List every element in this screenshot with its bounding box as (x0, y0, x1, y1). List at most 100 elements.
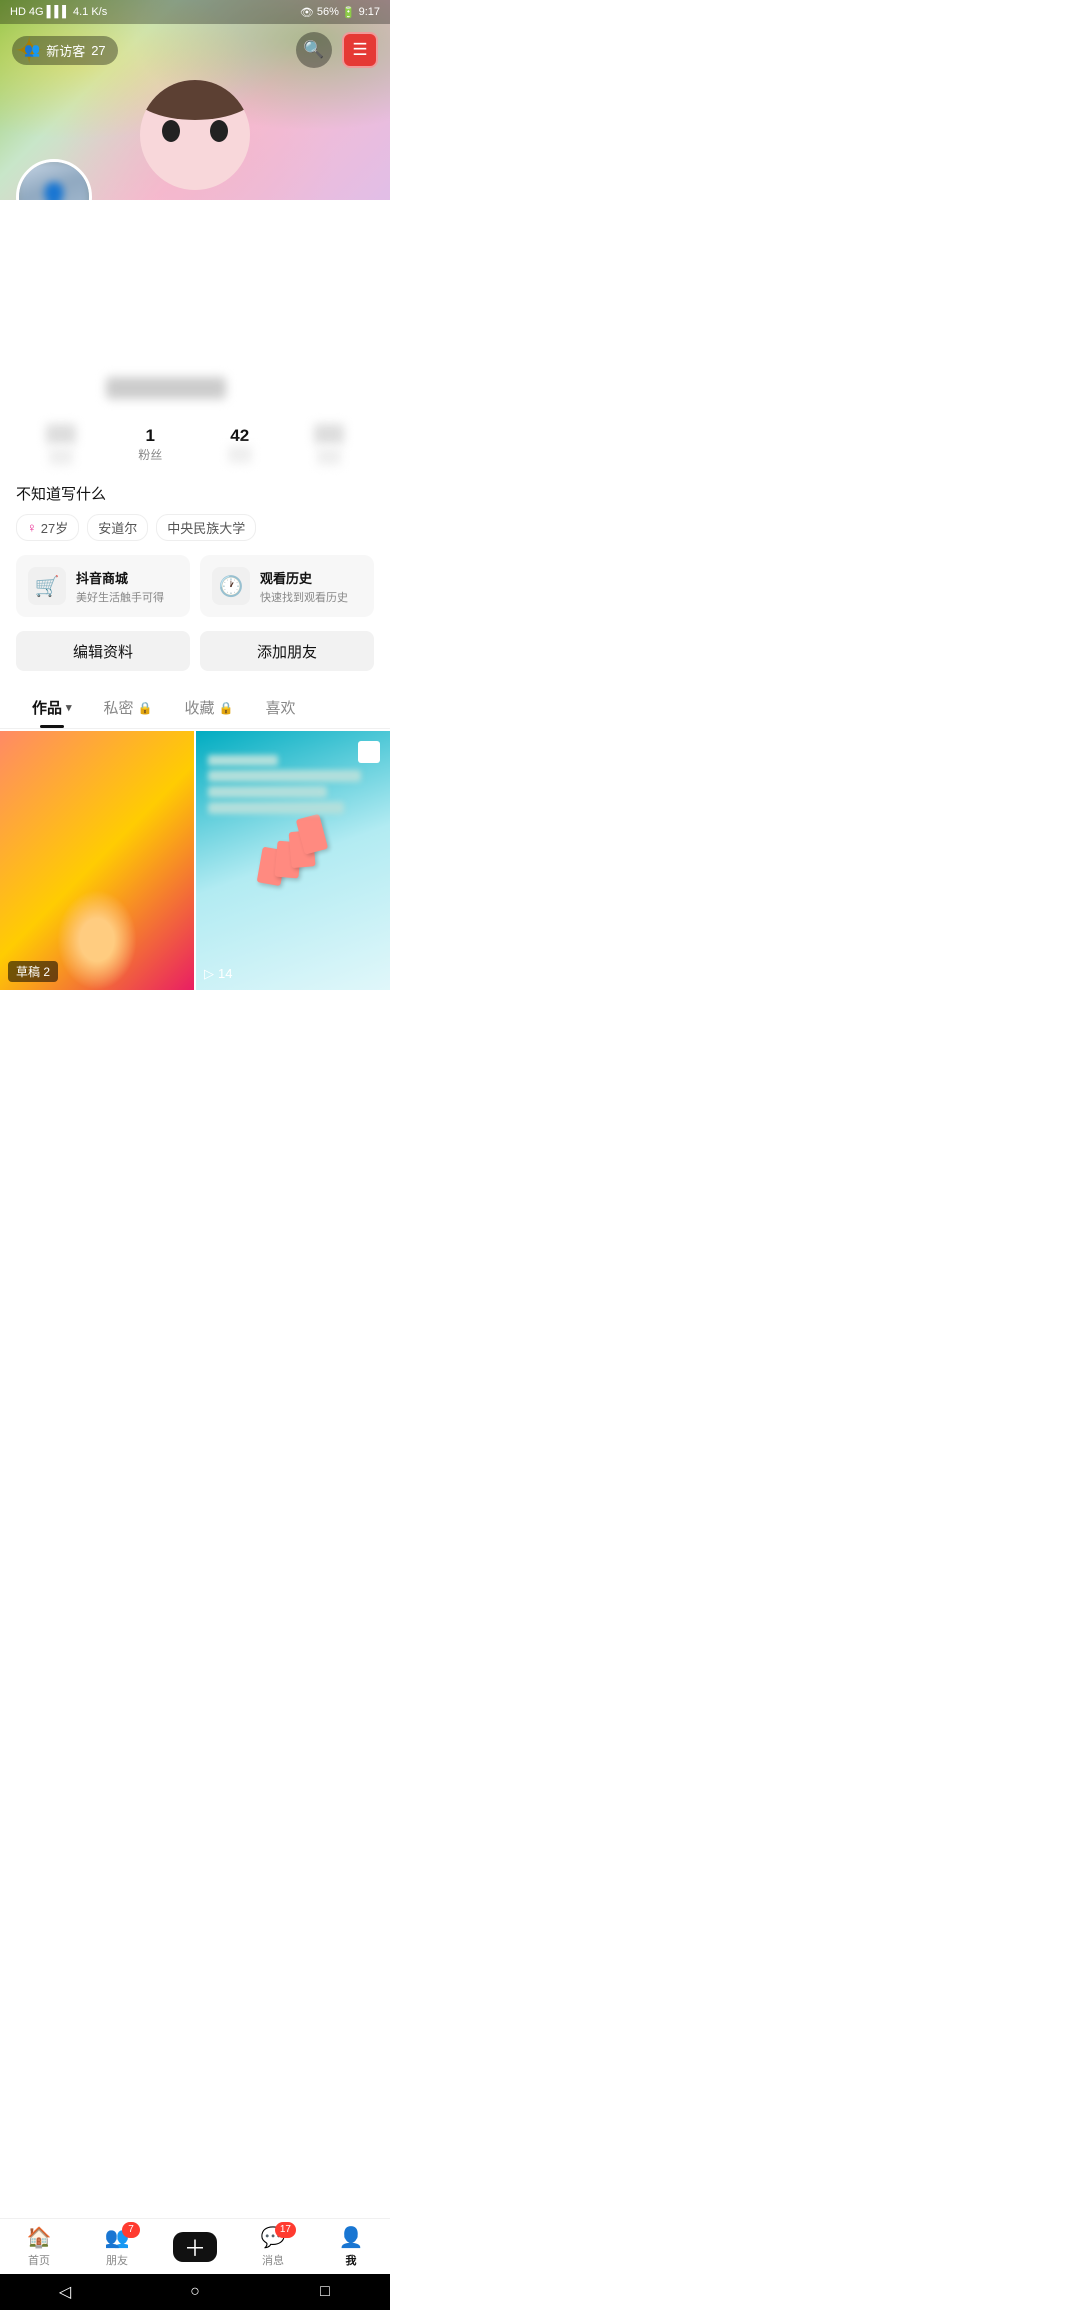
search-icon: 🔍 (303, 40, 324, 60)
service-history[interactable]: 🕐 观看历史 快速找到观看历史 (200, 555, 374, 617)
mall-info: 抖音商城 美好生活触手可得 (76, 568, 164, 605)
doll-face (140, 80, 250, 190)
nav-friends-label: 朋友 (106, 2252, 128, 2268)
status-network: 4G (29, 6, 44, 18)
stat-follow[interactable]: 0 关注 (16, 424, 106, 465)
me-icon: 👤 (339, 2225, 364, 2250)
nav-create[interactable]: ＋ (170, 2232, 220, 2262)
tag-location[interactable]: 安道尔 (87, 514, 148, 541)
search-button[interactable]: 🔍 (296, 32, 332, 68)
history-icon: 🕐 (212, 567, 250, 605)
back-button[interactable]: ◁ (51, 2278, 79, 2306)
plus-icon: ＋ (184, 2231, 206, 2263)
mall-sub: 美好生活触手可得 (76, 589, 164, 605)
thumb2-overlay (208, 755, 378, 818)
fav-count: 4 (314, 424, 344, 444)
tab-private-lock: 🔒 (138, 701, 153, 715)
tag-location-label: 安道尔 (98, 518, 137, 537)
stat-fans[interactable]: 1 粉丝 (106, 426, 196, 463)
home-circle-icon: ○ (190, 2283, 200, 2301)
profile-card: 0 关注 1 粉丝 42 获赞 4 收藏 不知道写什么 ♀ 27岁 安道尔 中央… (0, 360, 390, 1110)
edit-profile-button[interactable]: 编辑资料 (16, 631, 190, 671)
doll-eye-left (162, 120, 180, 142)
tab-works-label: 作品 (32, 697, 62, 718)
avatar-area: 👤 (16, 159, 92, 200)
fans-label: 粉丝 (106, 446, 196, 463)
nav-messages[interactable]: 💬 17 消息 (248, 2225, 298, 2268)
tab-favorites[interactable]: 收藏 🔒 (169, 687, 250, 728)
tab-favorites-label: 收藏 (185, 697, 215, 718)
tags-row: ♀ 27岁 安道尔 中央民族大学 (16, 514, 374, 555)
likes-count: 42 (195, 426, 285, 446)
status-battery: 56% (317, 6, 339, 18)
status-signal-bars: ▌▌▌ (47, 6, 70, 18)
mall-icon: 🛒 (28, 567, 66, 605)
doll-eye-right (210, 120, 228, 142)
status-right: 👁 56% 🔋 9:17 (300, 6, 380, 19)
fav-label: 收藏 (317, 448, 341, 465)
female-icon: ♀ (27, 520, 37, 535)
bio-text: 不知道写什么 (16, 473, 374, 514)
header-top: 👥 新访客 27 🔍 ☰ (0, 24, 390, 76)
create-button[interactable]: ＋ (173, 2232, 217, 2262)
avatar[interactable]: 👤 (16, 159, 92, 200)
draft-badge: 草稿 2 (8, 961, 58, 982)
tab-private[interactable]: 私密 🔒 (88, 687, 169, 728)
cover-area: ✦ HD 4G ▌▌▌ 4.1 K/s 👁 56% 🔋 9:17 👥 新访客 2… (0, 0, 390, 200)
play-count-label: 14 (218, 966, 232, 981)
status-hd: HD (10, 6, 26, 18)
nav-me-label: 我 (346, 2252, 357, 2268)
add-friend-button[interactable]: 添加朋友 (200, 631, 374, 671)
stat-likes[interactable]: 42 获赞 (195, 426, 285, 463)
nav-messages-label: 消息 (262, 2252, 284, 2268)
play-count: ▷ 14 (204, 966, 232, 982)
service-row: 🛒 抖音商城 美好生活触手可得 🕐 观看历史 快速找到观看历史 (16, 555, 374, 631)
follow-count: 0 (46, 424, 76, 444)
video-thumb-2[interactable]: ▷ 14 (196, 731, 390, 990)
tab-private-label: 私密 (104, 697, 134, 718)
tag-age[interactable]: ♀ 27岁 (16, 514, 79, 541)
menu-icon: ☰ (352, 40, 367, 60)
history-sub: 快速找到观看历史 (260, 589, 348, 605)
home-icon: 🏠 (27, 2225, 52, 2250)
bottom-nav: 🏠 首页 👥 7 朋友 ＋ 💬 17 消息 👤 我 (0, 2218, 390, 2274)
tab-likes-label: 喜欢 (265, 697, 295, 718)
avatar-image: 👤 (19, 162, 89, 200)
status-left: HD 4G ▌▌▌ 4.1 K/s (10, 6, 107, 18)
friends-badge: 7 (122, 2222, 140, 2238)
menu-button[interactable]: ☰ (342, 32, 378, 68)
fans-count: 1 (106, 426, 196, 446)
username-row (16, 360, 374, 408)
service-mall[interactable]: 🛒 抖音商城 美好生活触手可得 (16, 555, 190, 617)
recents-button[interactable]: □ (311, 2278, 339, 2306)
visitor-label: 新访客 (46, 41, 85, 60)
tab-works-arrow: ▾ (66, 701, 72, 714)
phone-nav: ◁ ○ □ (0, 2274, 390, 2310)
recents-icon: □ (320, 2283, 330, 2301)
likes-label: 获赞 (228, 446, 252, 463)
nav-home-label: 首页 (28, 2252, 50, 2268)
messages-badge: 17 (275, 2222, 296, 2238)
status-time: 9:17 (359, 6, 380, 18)
tag-school[interactable]: 中央民族大学 (156, 514, 256, 541)
nav-me[interactable]: 👤 我 (326, 2225, 376, 2268)
tab-likes[interactable]: 喜欢 (249, 687, 311, 728)
tabs-row: 作品 ▾ 私密 🔒 收藏 🔒 喜欢 (0, 687, 390, 729)
tag-school-label: 中央民族大学 (167, 518, 245, 537)
nav-home[interactable]: 🏠 首页 (14, 2225, 64, 2268)
visitor-button[interactable]: 👥 新访客 27 (12, 36, 118, 65)
home-button[interactable]: ○ (181, 2278, 209, 2306)
visitor-count: 27 (91, 43, 105, 58)
username-blurred (106, 377, 226, 399)
status-speed: 4.1 K/s (73, 6, 107, 18)
history-info: 观看历史 快速找到观看历史 (260, 568, 348, 605)
visitor-icon: 👥 (24, 42, 40, 58)
stat-favorites[interactable]: 4 收藏 (285, 424, 375, 465)
video-grid: 草稿 2 ▷ 14 (0, 731, 390, 990)
tab-works[interactable]: 作品 ▾ (16, 687, 88, 728)
stats-row: 0 关注 1 粉丝 42 获赞 4 收藏 (16, 408, 374, 473)
status-bar: HD 4G ▌▌▌ 4.1 K/s 👁 56% 🔋 9:17 (0, 0, 390, 24)
nav-friends[interactable]: 👥 7 朋友 (92, 2225, 142, 2268)
video-thumb-1[interactable]: 草稿 2 (0, 731, 194, 990)
back-icon: ◁ (59, 2282, 71, 2302)
